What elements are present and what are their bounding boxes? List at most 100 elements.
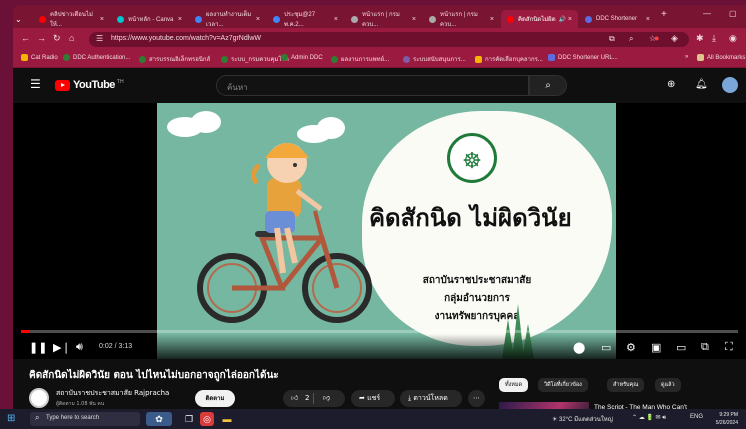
close-icon[interactable]: × xyxy=(568,16,572,23)
maximize-icon[interactable]: ▢ xyxy=(729,9,737,18)
new-tab-button[interactable]: + xyxy=(661,9,667,20)
chip-watched[interactable]: ดูแล้ว xyxy=(655,378,681,392)
slide-line-2: กลุ่มอำนวยการ xyxy=(444,293,510,304)
tray-icons[interactable]: ⌃ ☁ 🔋 ✉ 🔊︎ xyxy=(632,414,666,422)
notifications-bell-icon[interactable]: 🔔︎ xyxy=(695,79,708,90)
tab-search-button[interactable]: ⌄ xyxy=(13,10,31,28)
tab-6-active[interactable]: คิดสักนิดไม่ผิด 🔊 × xyxy=(501,10,578,28)
theater-mode-icon[interactable]: ▭ xyxy=(676,341,686,354)
pause-icon[interactable]: ❚❚ xyxy=(29,341,47,354)
task-view-icon[interactable]: ❐ xyxy=(182,412,196,426)
avatar[interactable] xyxy=(722,77,738,93)
tab-7[interactable]: DDC Shortener × xyxy=(579,10,656,28)
volume-icon[interactable]: 🔊︎ xyxy=(76,341,83,354)
download-button[interactable]: ⤓ ดาวน์โหลด xyxy=(400,390,462,407)
browser-window: ⌄ คลิปข่าวเตือนไม่ให้... × หน้าหลัก - Can… xyxy=(13,5,746,429)
bookmark-item[interactable]: Admin DDC xyxy=(281,54,323,61)
subtitles-icon[interactable]: ▭ xyxy=(601,341,611,354)
download-icon[interactable]: ⤓ xyxy=(712,33,716,44)
forward-icon[interactable]: → xyxy=(37,33,46,43)
bookmark-overflow[interactable]: » xyxy=(685,54,688,60)
close-icon[interactable]: × xyxy=(490,16,494,23)
bookmark-item[interactable]: ระบบสนับสนุนการ... xyxy=(403,54,466,64)
file-explorer-icon[interactable]: ▬ xyxy=(220,412,234,426)
system-clock[interactable]: 9:29 PM 5/26/2024 xyxy=(708,411,738,427)
site-info-icon[interactable]: ☰ xyxy=(96,34,103,43)
close-icon[interactable]: × xyxy=(256,16,260,23)
close-icon[interactable]: × xyxy=(412,16,416,23)
share-icon: ➦ xyxy=(359,394,365,402)
tab-favicon xyxy=(585,15,592,23)
search-button[interactable]: ⌕ xyxy=(529,75,567,96)
menu-icon[interactable]: ☰ xyxy=(30,77,41,91)
video-player[interactable]: ☸ คิดสักนิด ไม่ผิดวินัย สถาบันราชประชาสม… xyxy=(13,103,746,359)
extension-red-icon[interactable]: ● xyxy=(654,33,659,43)
autoplay-toggle[interactable]: ⬤ xyxy=(573,341,585,354)
bookmark-item[interactable]: สารบรรณอิเล็กทรอนิกส์ xyxy=(139,54,210,64)
cast-icon[interactable]: ⧉ xyxy=(701,341,709,354)
miniplayer-icon[interactable]: ▣ xyxy=(651,341,661,354)
dislike-icon[interactable]: 👎︎ xyxy=(323,390,330,407)
close-icon[interactable]: × xyxy=(100,16,104,23)
tab-label: หน้าแรก | กรมควบ... xyxy=(362,12,400,28)
taskbar-search[interactable]: ⌕ Type here to search xyxy=(30,412,140,426)
language-indicator[interactable]: ENG xyxy=(690,414,703,420)
zoom-icon[interactable]: ⌕ xyxy=(629,34,633,44)
settings-gear-icon[interactable]: ⚙ xyxy=(626,341,636,354)
speaker-icon[interactable]: 🔊 xyxy=(559,16,566,23)
close-icon[interactable]: × xyxy=(646,16,650,23)
more-actions-button[interactable]: ⋯ xyxy=(468,390,485,407)
tab-3[interactable]: ประชุม@27 พ.ค.2... × xyxy=(267,10,344,28)
progress-bar[interactable] xyxy=(21,330,738,333)
close-icon[interactable]: × xyxy=(334,16,338,23)
chip-related[interactable]: วิดีโอที่เกี่ยวข้อง xyxy=(538,378,588,392)
extension-icon[interactable]: ◈ xyxy=(671,33,678,44)
bookmark-item[interactable]: ระบบ_กรมควบคุมโรค xyxy=(221,54,289,64)
taskbar-search-placeholder: Type here to search xyxy=(46,415,100,421)
bookmark-item[interactable]: ผลงานการแพทย์... xyxy=(331,54,389,64)
chrome-icon[interactable]: ◎ xyxy=(200,412,214,426)
bookmark-label: DDC Authentication... xyxy=(73,54,131,61)
bookmark-favicon xyxy=(331,55,338,63)
next-icon[interactable]: ▶❘ xyxy=(53,341,71,354)
tab-5[interactable]: หน้าแรก | กรมควบ... × xyxy=(423,10,500,28)
back-icon[interactable]: ← xyxy=(21,33,30,43)
address-bar[interactable]: ☰ https://www.youtube.com/watch?v=Az7grN… xyxy=(89,32,689,47)
divider xyxy=(313,393,314,404)
widgets-icon[interactable]: ✿ xyxy=(146,412,172,426)
minimize-icon[interactable]: — xyxy=(703,9,711,18)
profile-icon[interactable]: ◉ xyxy=(729,33,737,44)
bookmark-item[interactable]: การคัดเลือกบุคลากร... xyxy=(475,54,543,64)
tab-1[interactable]: หน้าหลัก - Canva × xyxy=(111,10,188,28)
windows-start-icon[interactable]: ⊞ xyxy=(7,413,15,424)
share-button[interactable]: ➦ แชร์ xyxy=(351,390,395,407)
weather-widget[interactable]: ☀ 32°C มีแดดส่วนใหญ่ xyxy=(552,414,613,424)
time-display: 0:02 / 3:13 xyxy=(99,343,133,350)
all-bookmarks[interactable]: All Bookmarks xyxy=(697,54,745,61)
chip-for-you[interactable]: สำหรับคุณ xyxy=(607,378,645,392)
fullscreen-icon[interactable]: ⛶ xyxy=(725,341,733,354)
close-icon[interactable]: × xyxy=(178,16,182,23)
channel-name[interactable]: สถาบันราชประชาสมาสัย Rajpracha xyxy=(56,388,169,399)
search-input[interactable]: ค้นหา xyxy=(216,75,529,96)
tab-4[interactable]: หน้าแรก | กรมควบ... × xyxy=(345,10,422,28)
kid-on-bicycle-illustration xyxy=(197,143,372,323)
bookmark-item[interactable]: Cat Radio xyxy=(21,54,58,61)
subscribe-button[interactable]: ติดตาม xyxy=(195,390,235,407)
bookmark-item[interactable]: DDC Shortener URL... xyxy=(548,54,618,61)
youtube-logo[interactable]: YouTube TH xyxy=(55,79,124,91)
chip-all[interactable]: ทั้งหมด xyxy=(499,378,529,392)
create-icon[interactable]: ⊕ xyxy=(667,79,675,90)
extensions-puzzle-icon[interactable]: ✱ xyxy=(696,33,704,44)
tab-label: คลิปข่าวเตือนไม่ให้... xyxy=(50,12,93,28)
tab-favicon xyxy=(273,15,280,23)
home-icon[interactable]: ⌂ xyxy=(69,33,74,43)
bookmark-item[interactable]: DDC Authentication... xyxy=(63,54,130,61)
like-icon[interactable]: 👍︎ xyxy=(291,390,298,407)
reload-icon[interactable]: ↻ xyxy=(53,33,61,44)
tab-2[interactable]: ผลงานทำงานเต็มเวลา... × xyxy=(189,10,266,28)
tab-0[interactable]: คลิปข่าวเตือนไม่ให้... × xyxy=(33,10,110,28)
clock-date: 5/26/2024 xyxy=(715,420,738,426)
channel-avatar[interactable] xyxy=(29,388,49,408)
cast-icon[interactable]: ⧉ xyxy=(609,34,615,44)
